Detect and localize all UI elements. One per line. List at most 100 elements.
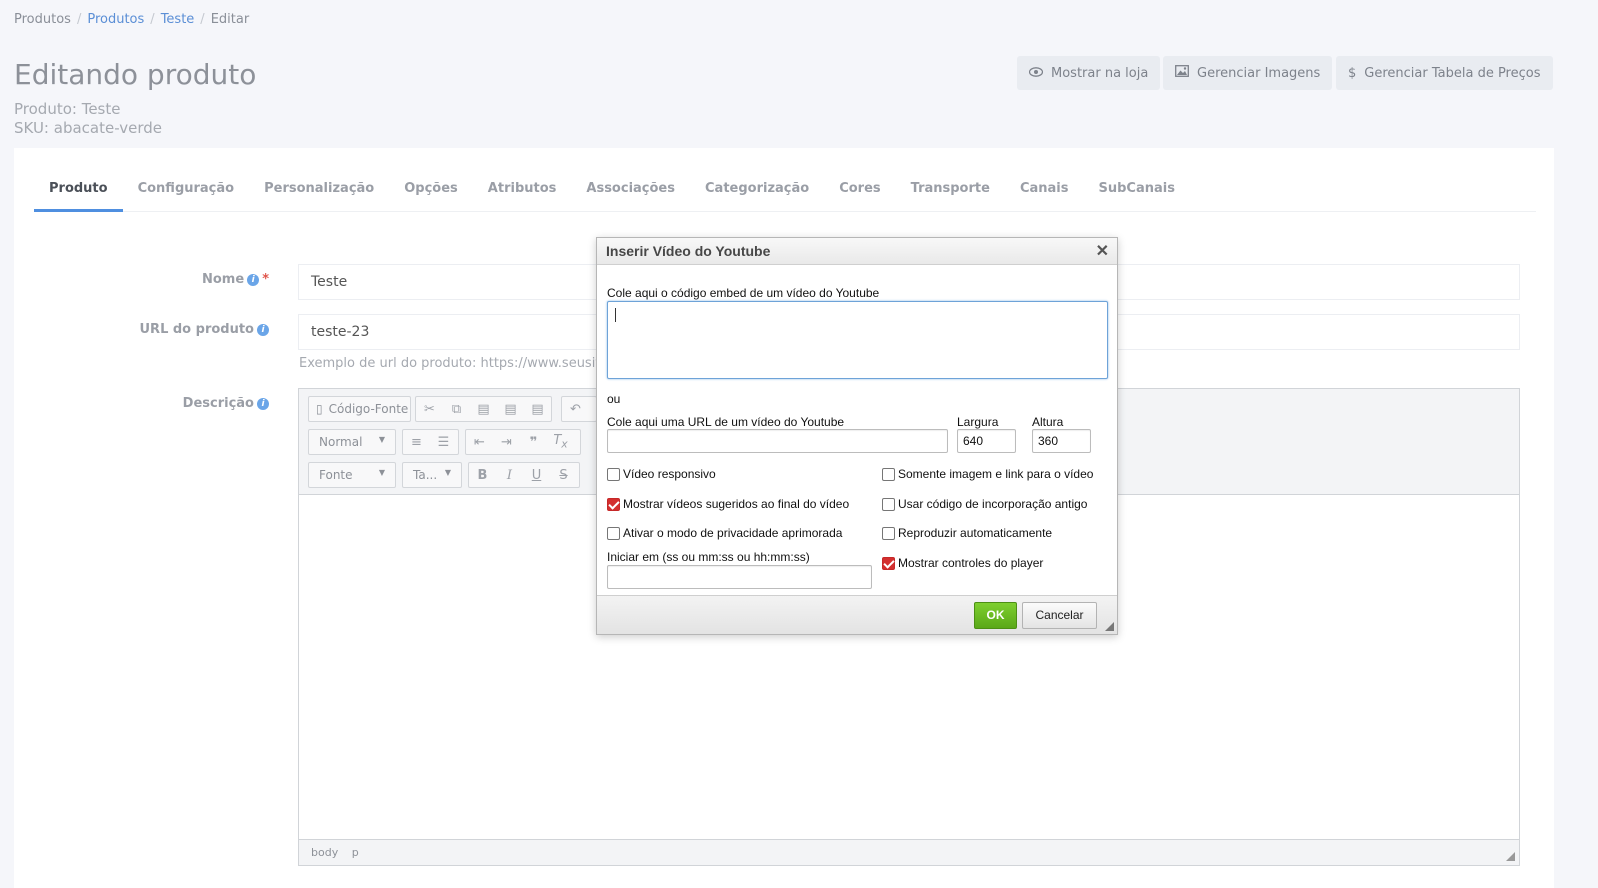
autoplay-option[interactable]: Reproduzir automaticamente (882, 526, 1052, 540)
responsive-video-option[interactable]: Vídeo responsivo (607, 467, 716, 481)
tab-personalizacao[interactable]: Personalização (249, 166, 389, 212)
paste-icon[interactable]: ▤ (470, 402, 497, 417)
width-label: Largura (957, 415, 999, 429)
chevron-down-icon: ▼ (378, 435, 385, 444)
image-only-checkbox[interactable] (882, 467, 895, 481)
privacy-mode-checkbox[interactable] (607, 526, 620, 540)
autoplay-checkbox[interactable] (882, 526, 895, 540)
embed-code-textarea[interactable] (607, 301, 1108, 379)
manage-images-button[interactable]: Gerenciar Imagens (1163, 56, 1333, 90)
player-controls-option[interactable]: Mostrar controles do player (882, 556, 1043, 570)
page-title: Editando produto (14, 58, 257, 91)
youtube-video-dialog: Inserir Vídeo do Youtube ✕ Cole aqui o c… (596, 237, 1118, 635)
text-caret (615, 308, 616, 322)
dialog-title-bar[interactable]: Inserir Vídeo do Youtube ✕ (597, 238, 1117, 265)
undo-icon[interactable]: ↶ (562, 402, 589, 417)
suggested-videos-checkbox[interactable] (607, 497, 620, 511)
clipboard-group: ✂ ⧉ ▤ ▤ ▤ (415, 396, 552, 422)
info-icon[interactable]: i (257, 323, 269, 336)
eye-icon (1028, 66, 1044, 81)
image-icon (1175, 65, 1189, 81)
dialog-resize-handle[interactable] (1105, 622, 1114, 631)
breadcrumb-item: Produtos (14, 11, 71, 27)
font-combo[interactable]: Fonte ▼ (308, 462, 396, 488)
old-embed-option[interactable]: Usar código de incorporação antigo (882, 497, 1087, 511)
privacy-mode-option[interactable]: Ativar o modo de privacidade aprimorada (607, 526, 842, 540)
breadcrumb-link-produtos[interactable]: Produtos (87, 12, 144, 27)
tab-canais[interactable]: Canais (1005, 166, 1084, 212)
height-input[interactable]: 360 (1032, 429, 1091, 453)
suggested-videos-option[interactable]: Mostrar vídeos sugeridos ao final do víd… (607, 497, 849, 511)
tab-transporte[interactable]: Transporte (896, 166, 1005, 212)
editor-resize-handle[interactable] (1506, 852, 1515, 861)
video-url-label: Cole aqui uma URL de um vídeo do Youtube (607, 415, 845, 429)
remove-format-icon[interactable]: Tx (547, 433, 574, 451)
dialog-footer: OK Cancelar (597, 595, 1117, 634)
source-code-button[interactable]: ▯ Código-Fonte (308, 396, 411, 422)
copy-icon[interactable]: ⧉ (443, 402, 470, 417)
font-size-combo[interactable]: Ta... ▼ (402, 462, 462, 488)
tab-produto[interactable]: Produto (34, 166, 123, 212)
name-field-label: Nome i * (202, 272, 269, 287)
element-path-body[interactable]: body (311, 846, 338, 859)
url-field-label: URL do produto i (29, 322, 269, 337)
cancel-button[interactable]: Cancelar (1022, 602, 1097, 629)
blockquote-icon[interactable]: ❞ (520, 435, 547, 450)
image-only-option[interactable]: Somente imagem e link para o vídeo (882, 467, 1093, 481)
player-controls-checkbox[interactable] (882, 556, 895, 570)
start-at-label: Iniciar em (ss ou mm:ss ou hh:mm:ss) (607, 550, 810, 564)
tab-associacoes[interactable]: Associações (571, 166, 690, 212)
description-field-label: Descrição i (29, 396, 269, 411)
sku-line: SKU: abacate-verde (14, 119, 162, 137)
old-embed-checkbox[interactable] (882, 497, 895, 511)
start-at-input[interactable] (607, 565, 872, 589)
dialog-title: Inserir Vídeo do Youtube (606, 243, 771, 259)
video-url-input[interactable] (607, 429, 948, 453)
height-label: Altura (1032, 415, 1064, 429)
info-icon[interactable]: i (257, 397, 269, 410)
tab-cores[interactable]: Cores (824, 166, 895, 212)
show-in-store-button[interactable]: Mostrar na loja (1017, 56, 1161, 90)
bulleted-list-icon[interactable]: ☰ (430, 435, 457, 450)
strikethrough-icon[interactable]: S (550, 468, 577, 483)
breadcrumb-current: Editar (210, 11, 250, 27)
tab-configuracao[interactable]: Configuração (123, 166, 250, 212)
numbered-list-icon[interactable]: ≡ (403, 435, 430, 450)
chevron-down-icon: ▼ (378, 468, 385, 477)
outdent-icon[interactable]: ⇤ (466, 435, 493, 450)
block-group: ⇤ ⇥ ❞ Tx (465, 429, 581, 455)
format-combo[interactable]: Normal ▼ (308, 429, 396, 455)
underline-icon[interactable]: U (523, 468, 550, 483)
responsive-video-checkbox[interactable] (607, 467, 620, 481)
close-icon[interactable]: ✕ (1096, 238, 1109, 265)
cut-icon[interactable]: ✂ (416, 402, 443, 417)
tab-subcanais[interactable]: SubCanais (1083, 166, 1189, 212)
info-icon[interactable]: i (247, 273, 260, 286)
bold-icon[interactable]: B (469, 468, 496, 483)
manage-price-table-button[interactable]: $ Gerenciar Tabela de Preços (1336, 56, 1553, 90)
paste-text-icon[interactable]: ▤ (497, 402, 524, 417)
indent-icon[interactable]: ⇥ (493, 435, 520, 450)
chevron-down-icon: ▼ (444, 468, 451, 477)
paste-word-icon[interactable]: ▤ (524, 402, 551, 417)
manage-price-table-label: Gerenciar Tabela de Preços (1364, 65, 1541, 81)
tab-categorizacao[interactable]: Categorização (690, 166, 824, 212)
source-icon: ▯ (316, 402, 323, 416)
italic-icon[interactable]: I (496, 468, 523, 483)
manage-images-label: Gerenciar Imagens (1197, 65, 1321, 81)
or-label: ou (607, 392, 621, 406)
page-header: Editando produto Produto: Teste SKU: aba… (0, 38, 1598, 148)
element-path-p[interactable]: p (352, 846, 359, 859)
tab-opcoes[interactable]: Opções (389, 166, 473, 212)
list-group: ≡ ☰ (402, 429, 459, 455)
product-name-line: Produto: Teste (14, 100, 121, 118)
ok-button[interactable]: OK (974, 602, 1017, 629)
breadcrumb-link-teste[interactable]: Teste (161, 12, 195, 27)
style-group: B I U S (468, 462, 580, 488)
show-in-store-label: Mostrar na loja (1051, 65, 1149, 81)
undo-group: ↶ (561, 396, 597, 422)
embed-code-label: Cole aqui o código embed de um vídeo do … (607, 286, 880, 300)
dollar-icon: $ (1348, 65, 1357, 81)
tab-atributos[interactable]: Atributos (473, 166, 572, 212)
width-input[interactable]: 640 (957, 429, 1016, 453)
